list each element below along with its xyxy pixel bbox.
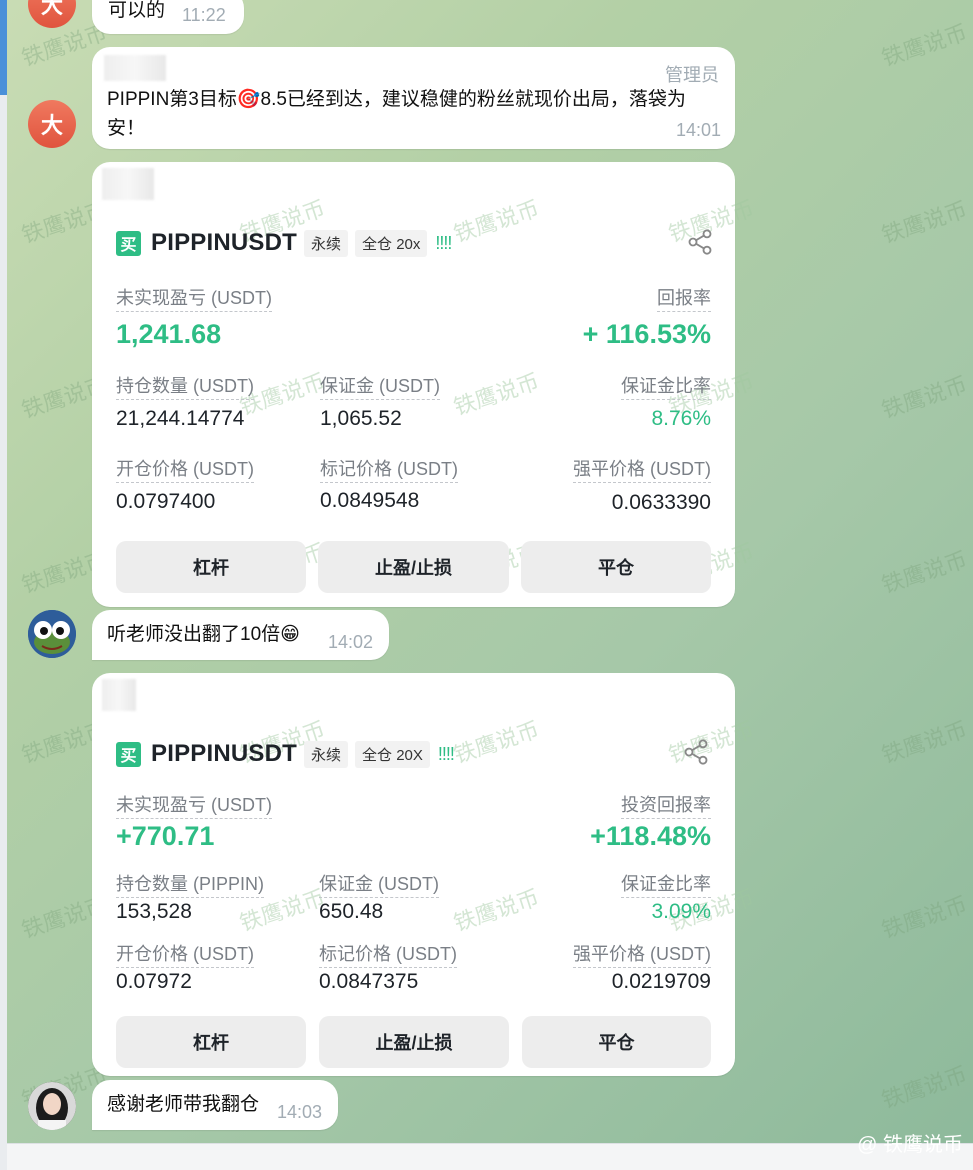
roi-label: 投资回报率 [621, 791, 711, 819]
message-bubble: 听老师没出翻了10倍😁 14:02 [92, 610, 389, 660]
close-position-button[interactable]: 平仓 [521, 541, 711, 593]
close-position-button[interactable]: 平仓 [522, 1016, 711, 1068]
margin-ratio-value: 3.09% [651, 900, 711, 923]
roi-label: 回报率 [657, 284, 711, 312]
size-value: 153,528 [116, 900, 192, 923]
message-time: 14:02 [328, 632, 374, 652]
sender-name-blurred [102, 168, 154, 200]
message-input-bar[interactable] [7, 1143, 973, 1170]
watermark: 铁鹰说币 [450, 195, 543, 247]
margin-value: 1,065.52 [320, 407, 402, 430]
pnl-label: 未实现盈亏 (USDT) [116, 284, 272, 312]
mark-price-label: 标记价格 (USDT) [319, 940, 457, 968]
watermark: 铁鹰说币 [878, 891, 971, 943]
roi-value: +118.48% [590, 821, 711, 851]
pnl-label: 未实现盈亏 (USDT) [116, 791, 272, 819]
card-header: 买 PIPPINUSDT 永续 全仓 20X !!!! [116, 740, 455, 768]
user-avatar[interactable] [28, 1082, 76, 1130]
liq-price-label: 强平价格 (USDT) [573, 940, 711, 968]
message-text: PIPPIN第3目标🎯8.5已经到达，建议稳健的粉丝就现价出局，落袋为安！ [107, 89, 686, 139]
sender-name-blurred [104, 55, 166, 81]
mark-price-label: 标记价格 (USDT) [320, 455, 458, 483]
position-card: 铁鹰说币 铁鹰说币 铁鹰说币 铁鹰说币 铁鹰说币 铁鹰说币 买 PIPPINUS… [92, 673, 757, 1076]
margin-mode-chip: 全仓 20x [355, 229, 428, 257]
margin-label: 保证金 (USDT) [320, 372, 440, 400]
watermark: 铁鹰说币 [878, 546, 971, 598]
entry-price-label: 开仓价格 (USDT) [116, 455, 254, 483]
avatar[interactable]: 大 [28, 0, 76, 28]
mark-price-value: 0.0849548 [320, 489, 420, 512]
share-icon[interactable] [686, 228, 714, 256]
message-bubble: 管理员 PIPPIN第3目标🎯8.5已经到达，建议稳健的粉丝就现价出局，落袋为安… [92, 47, 735, 149]
watermark: 铁鹰说币 [878, 1061, 971, 1113]
share-icon[interactable] [682, 738, 710, 766]
margin-mode-chip: 全仓 20X [355, 740, 430, 768]
watermark: 铁鹰说币 [665, 716, 758, 768]
brand-watermark: @ 铁鹰说币 [857, 1128, 963, 1157]
entry-price-label: 开仓价格 (USDT) [116, 940, 254, 968]
message-time: 14:03 [277, 1102, 323, 1122]
size-label: 持仓数量 (USDT) [116, 372, 254, 400]
watermark: 铁鹰说币 [450, 884, 543, 936]
leverage-button[interactable]: 杠杆 [116, 1016, 306, 1068]
chat-list-strip-gray [0, 95, 7, 1170]
roi-value: + 116.53% [582, 319, 711, 349]
watermark: 铁鹰说币 [878, 716, 971, 768]
pnl-value: 1,241.68 [116, 319, 222, 349]
margin-ratio-label: 保证金比率 [621, 372, 711, 400]
watermark: 铁鹰说币 [450, 368, 543, 420]
message-bubble: 感谢老师带我翻仓 14:03 [92, 1080, 338, 1130]
watermark: 铁鹰说币 [878, 196, 971, 248]
admin-badge: 管理员 [665, 65, 719, 85]
watermark: 铁鹰说币 [878, 19, 971, 71]
contract-type-chip: 永续 [304, 229, 349, 257]
size-value: 21,244.14774 [116, 407, 245, 430]
message-text: 感谢老师带我翻仓 [107, 1094, 260, 1115]
avatar[interactable]: 大 [28, 100, 76, 148]
mark-price-value: 0.0847375 [319, 970, 419, 993]
contract-type-chip: 永续 [304, 740, 349, 768]
pnl-value: +770.71 [116, 821, 215, 851]
margin-ratio-label: 保证金比率 [621, 870, 711, 898]
frog-icon [28, 610, 76, 658]
brand-text: @ 铁鹰说币 [857, 1134, 963, 1156]
symbol-name: PIPPINUSDT [151, 229, 298, 256]
margin-label: 保证金 (USDT) [319, 870, 439, 898]
liq-price-label: 强平价格 (USDT) [573, 455, 711, 483]
message-text: 可以的 [108, 0, 166, 21]
buy-tag: 买 [116, 230, 141, 256]
sender-name-blurred [102, 679, 136, 711]
leverage-button[interactable]: 杠杆 [116, 541, 306, 593]
watermark: 铁鹰说币 [878, 371, 971, 423]
signal-bars-icon: !!!! [437, 743, 455, 764]
entry-price-value: 0.0797400 [116, 490, 216, 513]
message-time: 14:01 [675, 120, 721, 140]
message-bubble: 可以的 11:22 [92, 0, 244, 34]
liq-price-value: 0.0219709 [611, 970, 711, 993]
symbol-name: PIPPINUSDT [151, 740, 298, 767]
liq-price-value: 0.0633390 [611, 491, 711, 514]
tp-sl-button[interactable]: 止盈/止损 [319, 1016, 509, 1068]
size-label: 持仓数量 (PIPPIN) [116, 870, 265, 898]
watermark: 铁鹰说币 [450, 716, 543, 768]
buy-tag: 买 [116, 741, 141, 767]
tp-sl-button[interactable]: 止盈/止损 [318, 541, 509, 593]
entry-price-value: 0.07972 [116, 970, 192, 993]
message-time: 11:22 [182, 5, 226, 25]
card-header: 买 PIPPINUSDT 永续 全仓 20x !!!! [116, 229, 452, 257]
signal-bars-icon: !!!! [435, 232, 452, 253]
message-text: 听老师没出翻了10倍😁 [107, 624, 300, 645]
chat-list-strip [0, 0, 7, 95]
user-photo-icon [28, 1082, 76, 1130]
margin-value: 650.48 [319, 900, 384, 923]
frog-avatar[interactable] [28, 610, 76, 658]
margin-ratio-value: 8.76% [651, 407, 711, 430]
position-card: 铁鹰说币 铁鹰说币 铁鹰说币 铁鹰说币 铁鹰说币 铁鹰说币 铁鹰说币 铁鹰说币 … [92, 162, 757, 607]
